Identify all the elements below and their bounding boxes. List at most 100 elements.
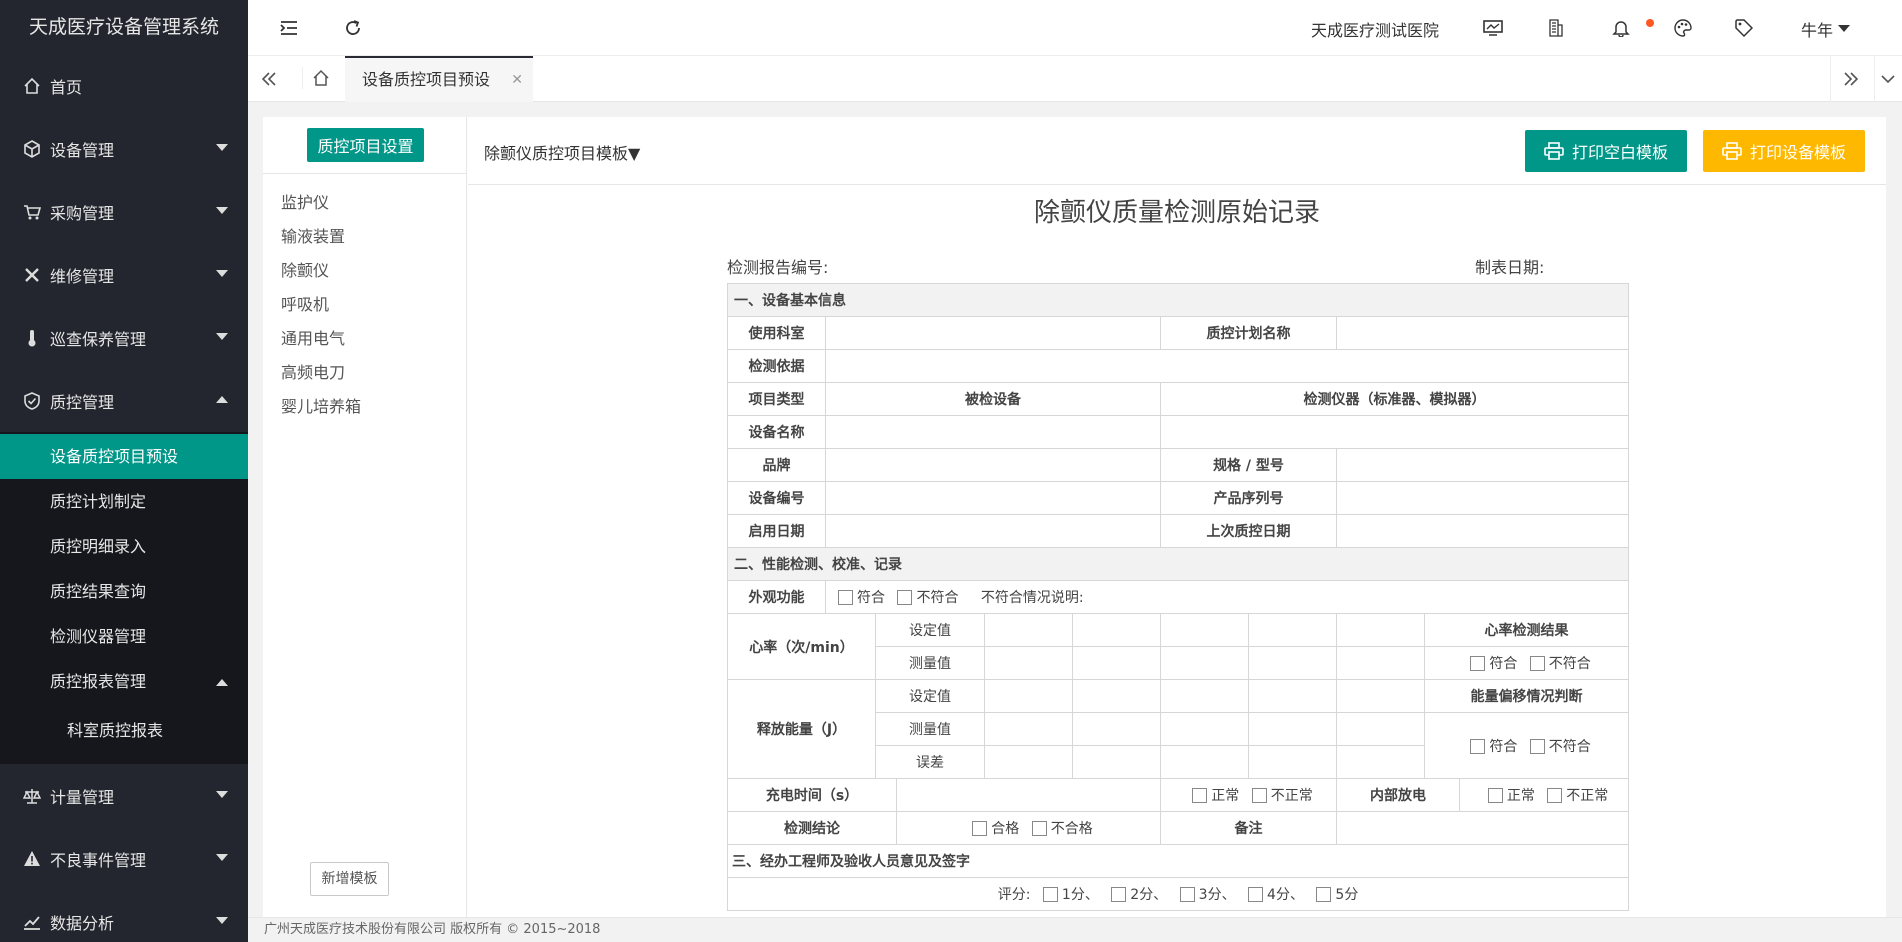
- value-model[interactable]: [1335, 448, 1630, 482]
- refresh-icon[interactable]: [342, 17, 364, 39]
- checkbox-score[interactable]: [1248, 887, 1264, 902]
- checkbox-notok[interactable]: [1529, 656, 1545, 671]
- checkbox-normal[interactable]: [1192, 788, 1208, 803]
- sub-qc-plan[interactable]: 质控计划制定: [0, 479, 248, 524]
- value-plan[interactable]: [1335, 316, 1630, 350]
- nav-qc[interactable]: 质控管理: [0, 369, 248, 432]
- template-select[interactable]: 除颤仪质控项目模板▼: [484, 140, 640, 164]
- tab-qc-preset[interactable]: 设备质控项目预设 ✕: [345, 56, 533, 102]
- value-devno[interactable]: [825, 481, 1161, 515]
- checkbox-abnormal[interactable]: [1251, 788, 1267, 803]
- sub-qc-detail[interactable]: 质控明细录入: [0, 524, 248, 569]
- checkbox-score[interactable]: [1179, 887, 1195, 902]
- checkbox-score[interactable]: [1111, 887, 1127, 902]
- checkbox-score[interactable]: [1316, 887, 1332, 902]
- energy-error-cell[interactable]: [1248, 745, 1337, 779]
- add-template-button[interactable]: 新增模板: [310, 862, 389, 896]
- user-name[interactable]: 牛年: [1801, 17, 1833, 41]
- category-item[interactable]: 输液装置: [263, 220, 467, 254]
- category-item[interactable]: 高频电刀: [263, 356, 467, 390]
- category-item[interactable]: 婴儿培养箱: [263, 390, 467, 424]
- hr-measured-cell[interactable]: [1072, 646, 1161, 680]
- checkbox-ok[interactable]: [1470, 738, 1486, 754]
- monitor-icon[interactable]: [1482, 17, 1504, 39]
- qc-setting-button[interactable]: 质控项目设置: [307, 128, 424, 162]
- category-item[interactable]: 除颤仪: [263, 254, 467, 288]
- building-icon[interactable]: [1545, 17, 1567, 39]
- nav-adverse[interactable]: 不良事件管理: [0, 827, 248, 890]
- hr-set-cell[interactable]: [1336, 613, 1425, 647]
- category-item[interactable]: 监护仪: [263, 186, 467, 220]
- category-item[interactable]: 通用电气: [263, 322, 467, 356]
- nav-analysis[interactable]: 数据分析: [0, 890, 248, 942]
- bell-icon[interactable]: [1610, 17, 1632, 39]
- menu-collapse-icon[interactable]: [278, 17, 300, 39]
- energy-error-cell[interactable]: [1160, 745, 1249, 779]
- value-serial[interactable]: [1335, 481, 1630, 515]
- sub-dept-report[interactable]: 科室质控报表: [0, 704, 248, 764]
- tabs-next-icon[interactable]: [1840, 68, 1862, 90]
- energy-measured-cell[interactable]: [1336, 712, 1425, 746]
- value-name[interactable]: [825, 415, 1161, 449]
- nav-purchase[interactable]: 采购管理: [0, 180, 248, 243]
- checkbox-ok[interactable]: [838, 590, 853, 605]
- energy-set-cell[interactable]: [1160, 679, 1249, 713]
- palette-icon[interactable]: [1672, 17, 1694, 39]
- checkbox-pass[interactable]: [972, 821, 988, 836]
- sub-qc-report[interactable]: 质控报表管理: [0, 659, 248, 704]
- nav-home[interactable]: 首页: [0, 55, 248, 117]
- tab-close-icon[interactable]: ✕: [511, 58, 523, 102]
- sub-qc-instrument[interactable]: 检测仪器管理: [0, 614, 248, 659]
- tabs-prev-icon[interactable]: [258, 68, 280, 90]
- value-remark[interactable]: [1335, 811, 1630, 845]
- checkbox-abnormal[interactable]: [1547, 788, 1563, 803]
- hr-set-cell[interactable]: [1248, 613, 1337, 647]
- tag-icon[interactable]: [1733, 17, 1755, 39]
- checkbox-notok[interactable]: [897, 590, 913, 605]
- appearance-options: 符合 不符合 不符合情况说明:: [824, 580, 1630, 614]
- energy-error-cell[interactable]: [1072, 745, 1161, 779]
- hr-measured-cell[interactable]: [1336, 646, 1425, 680]
- panel-divider: [263, 173, 467, 174]
- energy-measured-cell[interactable]: [1248, 712, 1337, 746]
- value-lastqc[interactable]: [1335, 514, 1630, 548]
- category-item[interactable]: 呼吸机: [263, 288, 467, 322]
- hr-set-cell[interactable]: [1072, 613, 1161, 647]
- energy-set-cell[interactable]: [1072, 679, 1161, 713]
- user-dropdown-icon[interactable]: [1838, 25, 1850, 32]
- energy-set-cell[interactable]: [984, 679, 1073, 713]
- sub-qc-result[interactable]: 质控结果查询: [0, 569, 248, 614]
- hr-measured-cell[interactable]: [1160, 646, 1249, 680]
- checkbox-ok[interactable]: [1470, 656, 1486, 671]
- value-basis[interactable]: [824, 349, 1630, 383]
- hr-measured-cell[interactable]: [984, 646, 1073, 680]
- tabs-menu-icon[interactable]: [1878, 68, 1898, 90]
- value-charge[interactable]: [896, 778, 1161, 812]
- sub-qc-preset[interactable]: 设备质控项目预设: [0, 434, 248, 479]
- energy-set-cell[interactable]: [1336, 679, 1425, 713]
- value-dept[interactable]: [825, 316, 1161, 350]
- nav-metrology[interactable]: 计量管理: [0, 764, 248, 827]
- energy-error-cell[interactable]: [984, 745, 1073, 779]
- value-start[interactable]: [825, 514, 1161, 548]
- energy-measured-cell[interactable]: [1072, 712, 1161, 746]
- tab-home-icon[interactable]: [302, 67, 338, 89]
- energy-measured-cell[interactable]: [1160, 712, 1249, 746]
- value-brand[interactable]: [825, 448, 1161, 482]
- hr-set-cell[interactable]: [1160, 613, 1249, 647]
- print-blank-button[interactable]: 打印空白模板: [1525, 130, 1687, 172]
- energy-error-cell[interactable]: [1336, 745, 1425, 779]
- nav-patrol[interactable]: 巡查保养管理: [0, 306, 248, 369]
- energy-set-cell[interactable]: [1248, 679, 1337, 713]
- checkbox-fail[interactable]: [1031, 821, 1047, 836]
- hr-measured-cell[interactable]: [1248, 646, 1337, 680]
- nav-device[interactable]: 设备管理: [0, 117, 248, 180]
- energy-measured-cell[interactable]: [984, 712, 1073, 746]
- nav-repair[interactable]: 维修管理: [0, 243, 248, 306]
- value-instrument-name[interactable]: [1159, 415, 1630, 449]
- checkbox-notok[interactable]: [1529, 738, 1545, 754]
- checkbox-score[interactable]: [1042, 887, 1058, 902]
- hr-set-cell[interactable]: [984, 613, 1073, 647]
- checkbox-normal[interactable]: [1487, 788, 1503, 803]
- print-device-button[interactable]: 打印设备模板: [1703, 130, 1865, 172]
